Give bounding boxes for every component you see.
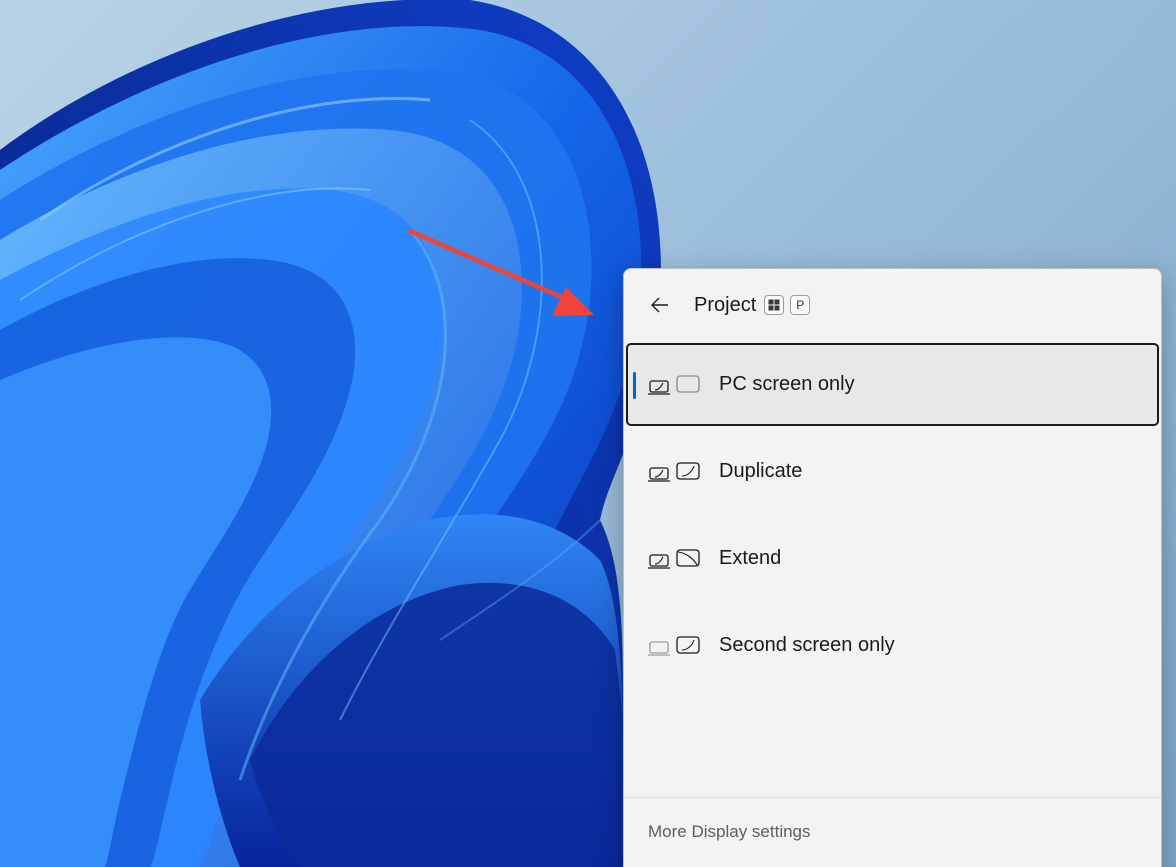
windows-key-icon	[764, 295, 785, 315]
back-button[interactable]	[640, 285, 680, 325]
flyout-title: Project	[694, 293, 757, 316]
p-key-badge: P	[790, 295, 811, 315]
projection-options-list: PC screen only Duplicate Extend Second s…	[624, 343, 1161, 691]
project-flyout: Project P PC screen only Duplicate Exten…	[623, 268, 1162, 867]
flyout-header: Project P	[624, 269, 1161, 341]
pc-screen-only-icon	[648, 374, 700, 395]
windows-logo-icon	[768, 299, 780, 311]
option-duplicate[interactable]: Duplicate	[626, 430, 1159, 513]
more-display-settings-link[interactable]: More Display settings	[648, 822, 811, 842]
second-screen-only-icon	[648, 635, 700, 656]
flyout-footer: More Display settings	[624, 797, 1161, 867]
desktop: Project P PC screen only Duplicate Exten…	[0, 0, 1176, 867]
option-label: Extend	[719, 547, 782, 569]
extend-icon	[648, 548, 700, 569]
option-label: Duplicate	[719, 460, 803, 482]
option-label: PC screen only	[719, 373, 855, 395]
option-extend[interactable]: Extend	[626, 517, 1159, 600]
selection-indicator	[633, 372, 636, 399]
duplicate-icon	[648, 461, 700, 482]
option-pc-screen-only[interactable]: PC screen only	[626, 343, 1159, 426]
option-second-screen-only[interactable]: Second screen only	[626, 604, 1159, 687]
arrow-left-icon	[651, 297, 668, 313]
option-label: Second screen only	[719, 634, 895, 656]
